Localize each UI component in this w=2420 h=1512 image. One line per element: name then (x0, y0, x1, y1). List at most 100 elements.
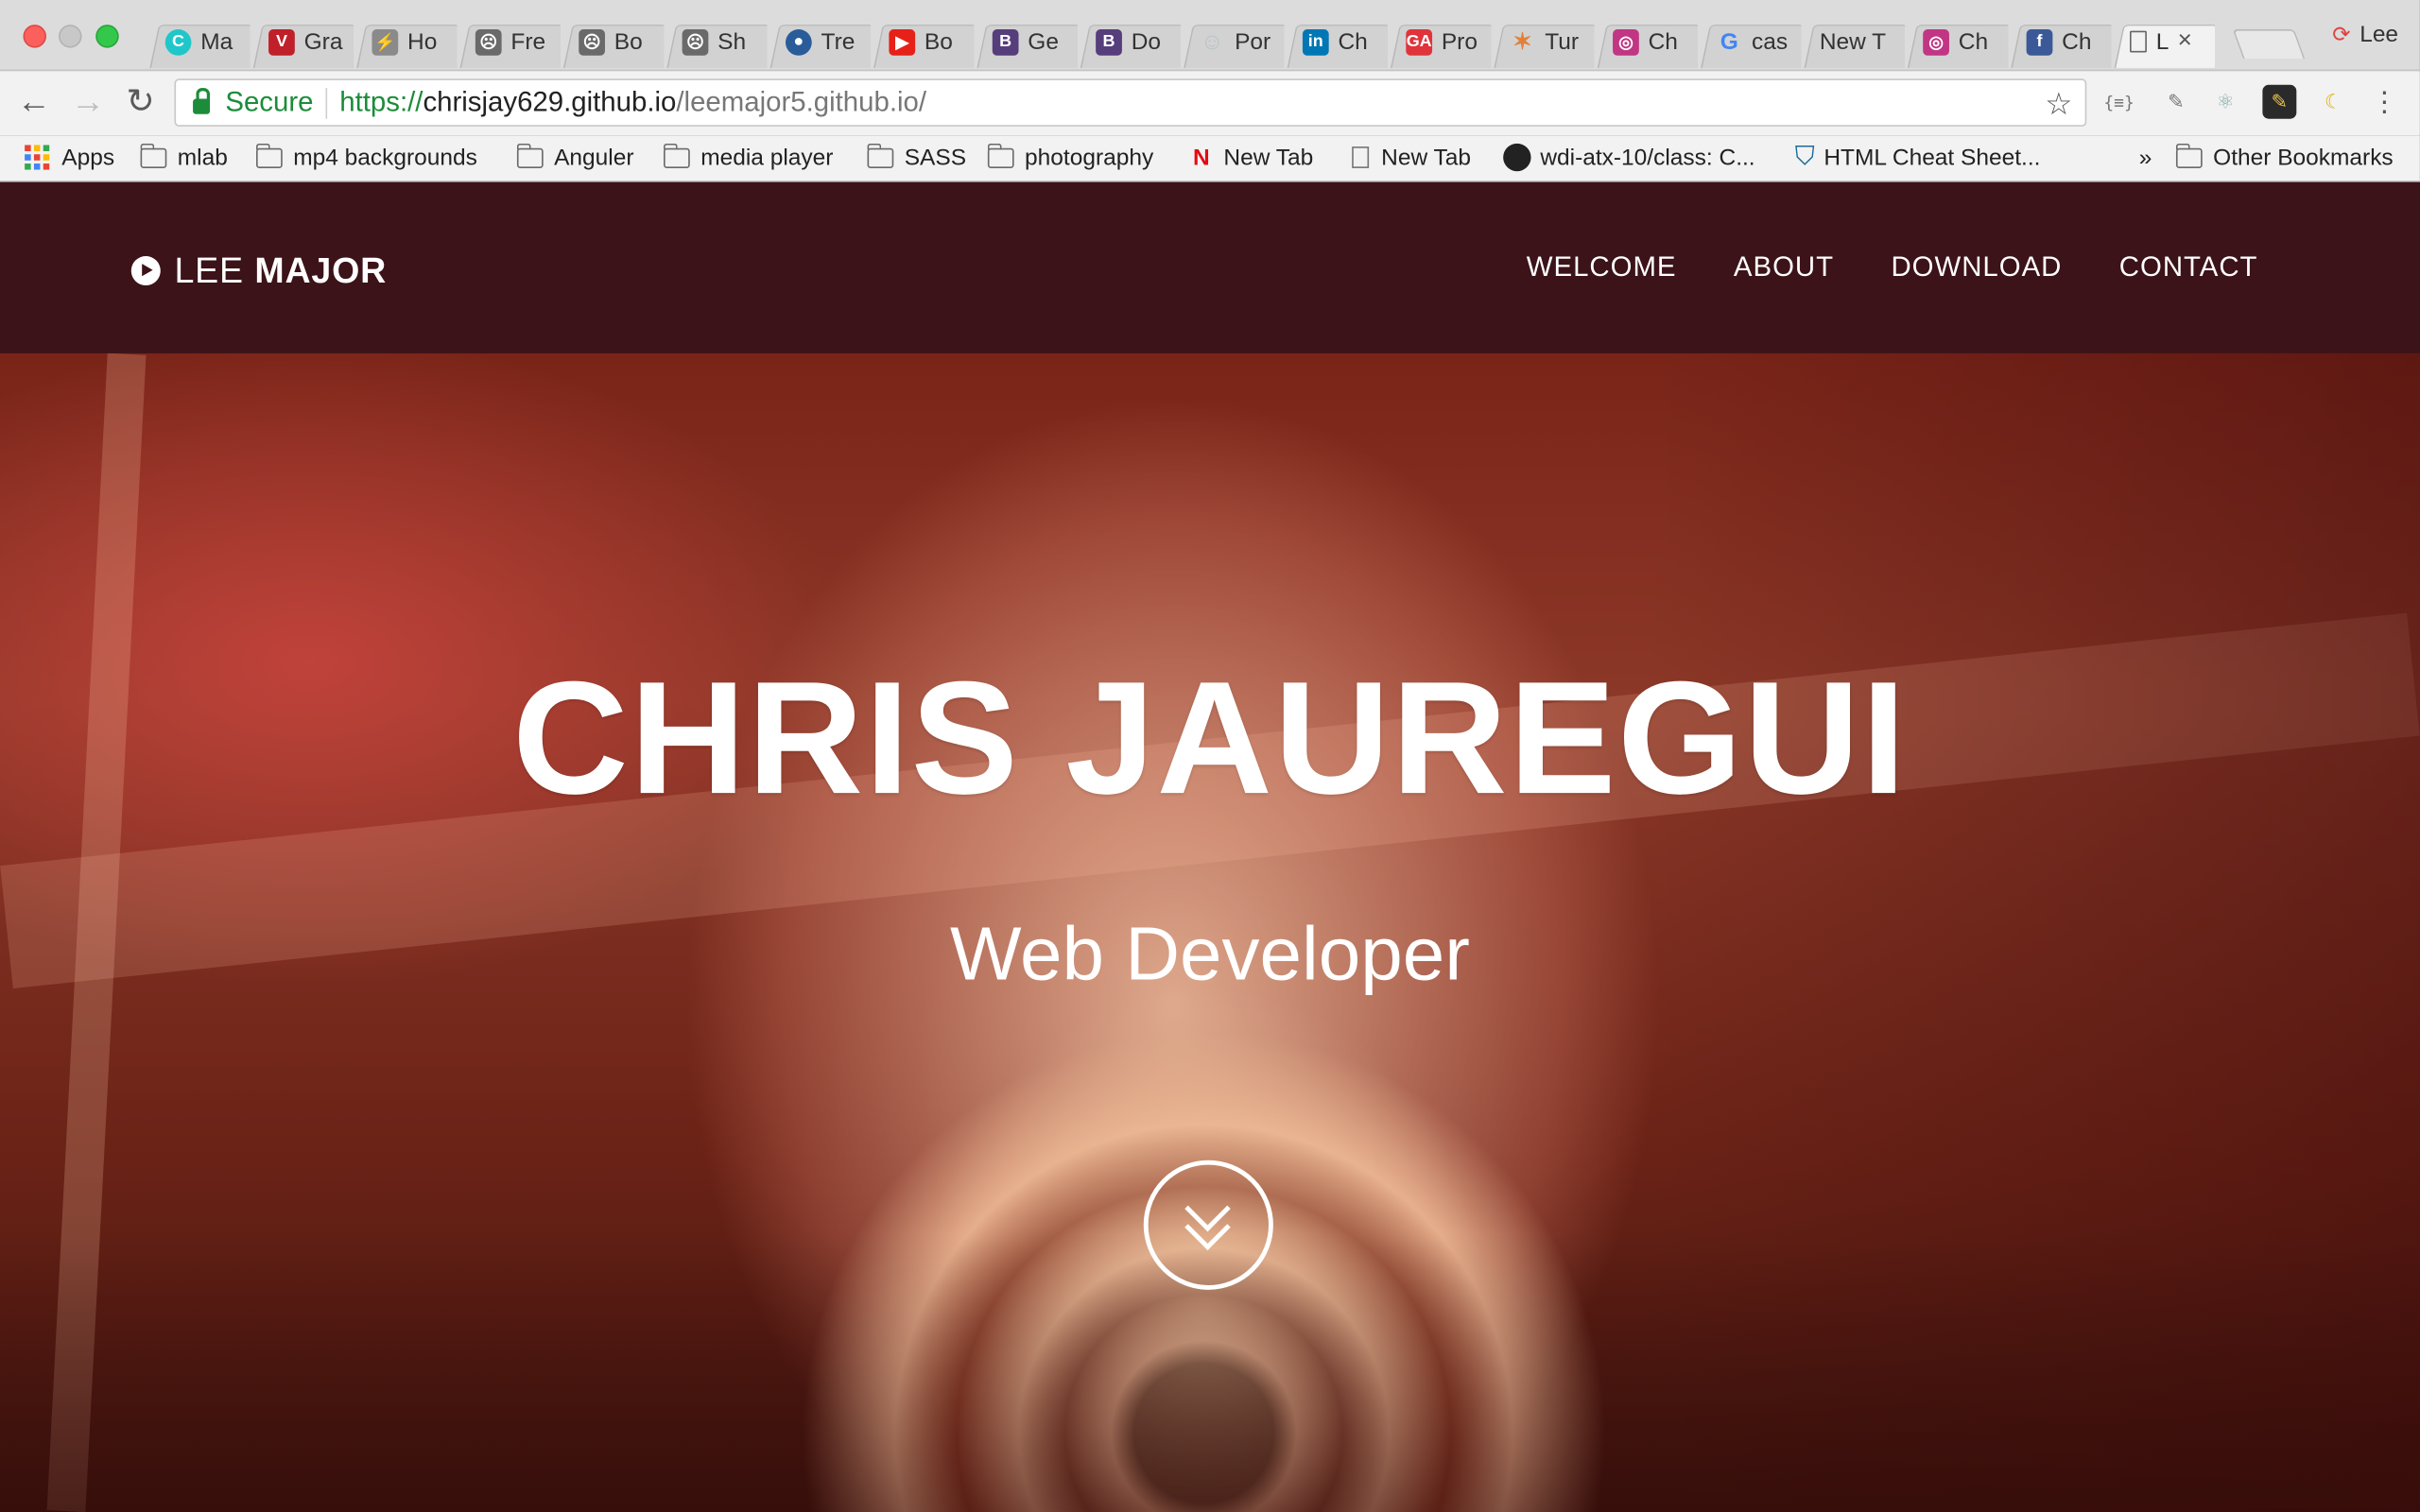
tab-title: Tre (821, 28, 856, 55)
bookmark-label: media player (700, 144, 834, 171)
tab-title: Tur (1545, 28, 1580, 55)
browser-tab[interactable]: V Gra (250, 15, 353, 68)
browser-tab[interactable]: ☹ Fre (457, 15, 560, 68)
bookmark-item[interactable]: media player (663, 142, 834, 173)
browser-tab[interactable]: ▶ Bo (871, 15, 974, 68)
forward-arrow-icon[interactable]: → (69, 82, 106, 120)
folder-icon (516, 143, 544, 168)
back-arrow-icon[interactable]: ← (15, 82, 52, 120)
close-window-button[interactable] (23, 25, 46, 48)
url-path: /leemajor5.github.io/ (676, 86, 927, 118)
bookmark-label: mlab (177, 144, 228, 171)
browser-tab[interactable]: B Ge (974, 15, 1077, 68)
browser-tab[interactable]: ● Tre (767, 15, 870, 68)
bookmark-label: Anguler (554, 144, 634, 171)
bookmark-item[interactable]: Other Bookmarks (2175, 142, 2394, 173)
bookmark-label: photography (1025, 144, 1154, 171)
site-brand[interactable]: LEE MAJOR (130, 249, 387, 291)
lightning-icon: ⚡ (372, 28, 399, 55)
bookmark-item[interactable]: mp4 backgrounds (255, 142, 477, 173)
divider (325, 87, 328, 118)
colorzilla-icon[interactable]: ✎ (2262, 84, 2297, 119)
extension-badge-icon[interactable]: ✎ (2159, 85, 2193, 119)
bookmark-label: mp4 backgrounds (293, 144, 477, 171)
browser-tab[interactable]: B Do (1078, 15, 1181, 68)
folder-icon (139, 143, 167, 168)
browser-tab[interactable]: Gcas (1698, 15, 1801, 68)
browser-tab[interactable]: ◎ Ch (1594, 15, 1697, 68)
scroll-down-button[interactable] (1143, 1160, 1273, 1290)
hero-title: CHRIS JAUREGUI (512, 649, 1908, 829)
nav-welcome[interactable]: WELCOME (1527, 251, 1677, 284)
json-formatter-icon[interactable]: {≡} (2102, 85, 2136, 119)
browser-tab[interactable]: L × (2111, 15, 2214, 68)
instagram-icon: ◎ (1613, 28, 1639, 55)
tab-title: Do (1131, 28, 1162, 55)
bookmark-item[interactable]: N New Tab (1193, 142, 1313, 173)
nav-contact[interactable]: CONTACT (2119, 251, 2258, 284)
url-host: chrisjay629.github.io (423, 86, 677, 118)
browser-tab[interactable]: ⚡ Ho (354, 15, 457, 68)
tab-title: Ch (1648, 28, 1678, 55)
page-icon (2129, 30, 2147, 53)
apps-grid-icon (25, 145, 50, 170)
profile-name: Lee (2360, 21, 2399, 48)
browser-tab[interactable]: ☹ Bo (561, 15, 664, 68)
bookmark-star-icon[interactable]: ☆ (2045, 85, 2072, 124)
close-tab-icon[interactable]: × (2178, 27, 2192, 55)
bookmark-item[interactable]: Apps (25, 142, 114, 173)
zoom-window-button[interactable] (95, 25, 119, 48)
site-navbar: LEE MAJOR WELCOME ABOUT DOWNLOAD CONTACT (0, 181, 2420, 353)
hero-section: CHRIS JAUREGUI Web Developer (0, 352, 2420, 1512)
bookmark-item[interactable]: mlab (139, 142, 228, 173)
tab-list: C Ma V Gra ⚡ Ho ☹ Fre ☹ Bo ☹ Sh ● Tre ▶ Bo B Ge B Do ☺ Por in C… (147, 15, 2215, 69)
profile-button[interactable]: ⟳ Lee (2332, 22, 2398, 48)
hero-subtitle: Web Developer (949, 913, 1470, 997)
moon-icon[interactable]: ☾ (2317, 85, 2351, 119)
tab-title: Ma (200, 28, 233, 55)
nav-about[interactable]: ABOUT (1734, 251, 1834, 284)
browser-tab[interactable]: GA Pro (1388, 15, 1491, 68)
bookmark-item[interactable]: New Tab (1352, 142, 1471, 173)
address-bar[interactable]: Secure https://chrisjay629.github.io/lee… (174, 78, 2087, 127)
browser-tab[interactable]: C Ma (147, 15, 250, 68)
bookmark-item[interactable]: SASS (866, 142, 967, 173)
browser-toolbar: ← → ↻ Secure https://chrisjay629.github.… (0, 71, 2420, 136)
bookmark-label: SASS (904, 144, 967, 171)
bookmark-item[interactable]: photography (987, 142, 1154, 173)
lock-icon (193, 87, 211, 113)
sync-error-icon: ⟳ (2332, 21, 2351, 46)
linkedin-icon: in (1302, 28, 1329, 55)
tab-title: New T (1819, 28, 1887, 55)
menu-dots-icon[interactable]: ⋮ (2367, 85, 2401, 119)
browser-tab[interactable]: ☺ Por (1181, 15, 1284, 68)
browser-tab[interactable]: ◎ Ch (1905, 15, 2008, 68)
browser-tab-strip: C Ma V Gra ⚡ Ho ☹ Fre ☹ Bo ☹ Sh ● Tre ▶ Bo B Ge B Do ☺ Por in C… (0, 0, 2420, 72)
browser-tab[interactable]: ☹ Sh (664, 15, 767, 68)
avatar-icon: ☺ (1200, 28, 1224, 55)
tab-title: Gra (303, 28, 343, 55)
web-page: LEE MAJOR WELCOME ABOUT DOWNLOAD CONTACT… (0, 181, 2420, 1512)
bookmark-label: New Tab (1223, 144, 1314, 171)
bootstrap-icon: B (992, 28, 1019, 55)
minimize-window-button[interactable] (59, 25, 82, 48)
new-tab-button[interactable] (2232, 29, 2306, 60)
globe-icon: ● (785, 28, 812, 55)
browser-tab[interactable]: in Ch (1284, 15, 1387, 68)
browser-tab[interactable]: New T (1801, 15, 1904, 68)
nav-download[interactable]: DOWNLOAD (1891, 251, 2062, 284)
tab-title: Pro (1441, 28, 1478, 55)
bookmark-item[interactable]: ⛉ HTML Cheat Sheet... (1795, 142, 2041, 173)
play-circle-icon (130, 256, 161, 286)
reload-icon[interactable]: ↻ (122, 82, 159, 120)
tab-title: Ho (407, 28, 438, 55)
sad-page-icon: ☹ (682, 28, 709, 55)
browser-tab[interactable]: ✶ Tur (1491, 15, 1594, 68)
react-icon[interactable]: ⚛ (2208, 85, 2242, 119)
bookmark-item[interactable]: Anguler (516, 142, 634, 173)
tab-title: Ge (1028, 28, 1059, 55)
vf-logo-icon: V (268, 28, 295, 55)
bookmarks-overflow-button[interactable]: » (2139, 142, 2152, 173)
browser-tab[interactable]: f Ch (2008, 15, 2111, 68)
bookmark-item[interactable]: wdi-atx-10/class: C... (1503, 142, 1755, 173)
